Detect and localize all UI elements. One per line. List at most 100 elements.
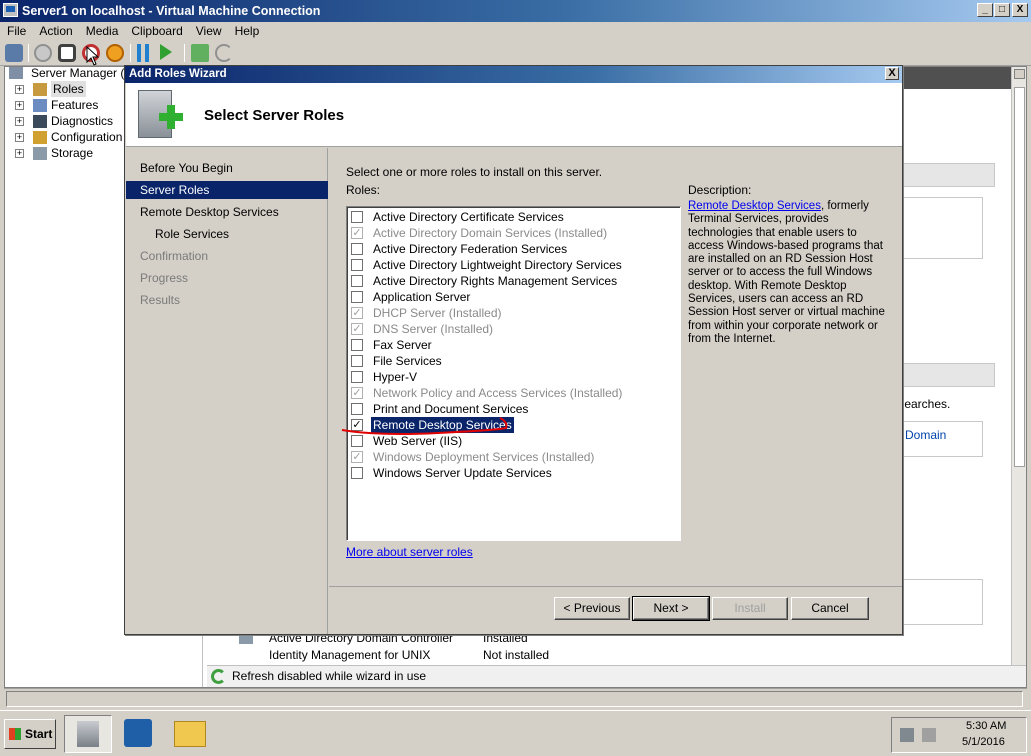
role-checkbox: ✓ bbox=[351, 227, 363, 239]
role-checkbox[interactable] bbox=[351, 291, 363, 303]
refresh-icon bbox=[211, 669, 226, 684]
turn-off-icon[interactable] bbox=[58, 44, 76, 62]
vm-connection-icon bbox=[3, 3, 18, 17]
menu-clipboard[interactable]: Clipboard bbox=[124, 22, 188, 38]
annotation-underline bbox=[341, 417, 508, 435]
wizard-button-bar: < Previous Next > Install Cancel bbox=[329, 586, 902, 634]
bg-panel-3 bbox=[903, 579, 983, 625]
diagnostics-icon bbox=[33, 115, 47, 128]
bg-header-strip bbox=[903, 67, 1013, 89]
wizard-nav: Before You Begin Server Roles Remote Des… bbox=[126, 148, 328, 634]
instruction-text: Select one or more roles to install on t… bbox=[346, 165, 603, 179]
toolbar bbox=[0, 40, 1031, 66]
nav-remote-desktop-services[interactable]: Remote Desktop Services bbox=[126, 203, 328, 221]
description-link[interactable]: Remote Desktop Services bbox=[688, 200, 821, 212]
system-tray: 5:30 AM 5/1/2016 bbox=[891, 717, 1027, 753]
minimize-button[interactable]: _ bbox=[977, 3, 993, 17]
role-label: Network Policy and Access Services (Inst… bbox=[373, 386, 623, 400]
next-button[interactable]: Next > bbox=[632, 596, 710, 621]
more-about-roles-link[interactable]: More about server roles bbox=[346, 545, 473, 559]
clock-time[interactable]: 5:30 AM bbox=[966, 720, 1006, 732]
role-checkbox[interactable] bbox=[351, 243, 363, 255]
nav-progress: Progress bbox=[140, 271, 189, 285]
ctrl-alt-del-icon[interactable] bbox=[5, 44, 23, 62]
menu-help[interactable]: Help bbox=[228, 22, 266, 38]
role-label: DHCP Server (Installed) bbox=[373, 306, 502, 320]
role-label: Active Directory Certificate Services bbox=[373, 210, 564, 224]
nav-before-you-begin[interactable]: Before You Begin bbox=[126, 159, 328, 177]
role-label: File Services bbox=[373, 354, 442, 368]
nav-server-roles[interactable]: Server Roles bbox=[126, 181, 328, 199]
start-button[interactable]: Start bbox=[4, 719, 56, 749]
description-body: Remote Desktop Services, formerly Termin… bbox=[688, 200, 888, 346]
save-icon[interactable] bbox=[106, 44, 124, 62]
volume-icon[interactable] bbox=[922, 728, 936, 742]
role-checkbox[interactable] bbox=[351, 355, 363, 367]
nav-confirmation: Confirmation bbox=[140, 249, 209, 263]
wizard-title: Add Roles Wizard bbox=[129, 68, 227, 80]
bg-panel-header-2 bbox=[903, 363, 995, 387]
role-checkbox[interactable] bbox=[351, 371, 363, 383]
role-label: Windows Deployment Services (Installed) bbox=[373, 450, 595, 464]
resume-icon[interactable] bbox=[160, 44, 172, 60]
role-checkbox[interactable] bbox=[351, 211, 363, 223]
features-icon bbox=[33, 99, 47, 112]
pause-icon[interactable] bbox=[137, 44, 149, 62]
role-label: Active Directory Rights Management Servi… bbox=[373, 274, 618, 288]
vm-status-bar bbox=[4, 688, 1027, 708]
mouse-cursor bbox=[86, 46, 100, 66]
bg-panel-2: Domain bbox=[903, 421, 983, 457]
role-checkbox[interactable] bbox=[351, 259, 363, 271]
menu-bar: File Action Media Clipboard View Help bbox=[0, 22, 1031, 40]
menu-file[interactable]: File bbox=[0, 22, 32, 38]
table-row[interactable]: Identity Management for UNIX Not install… bbox=[235, 648, 761, 664]
server-manager-icon bbox=[9, 67, 23, 79]
role-checkbox: ✓ bbox=[351, 323, 363, 335]
server-manager-icon bbox=[77, 721, 99, 747]
previous-button[interactable]: < Previous bbox=[554, 597, 630, 620]
wizard-close-button[interactable]: X bbox=[885, 67, 899, 80]
window-title-bar: Server1 on localhost - Virtual Machine C… bbox=[0, 0, 1031, 22]
window-title: Server1 on localhost - Virtual Machine C… bbox=[22, 4, 321, 18]
roles-label: Roles: bbox=[346, 183, 381, 197]
role-label: Windows Server Update Services bbox=[373, 466, 552, 480]
start-icon[interactable] bbox=[34, 44, 52, 62]
taskbar-server-manager[interactable] bbox=[64, 715, 112, 753]
powershell-icon[interactable] bbox=[124, 719, 152, 747]
role-label: Active Directory Federation Services bbox=[373, 242, 568, 256]
role-checkbox: ✓ bbox=[351, 307, 363, 319]
role-label: Active Directory Lightweight Directory S… bbox=[373, 258, 622, 272]
wizard-heading: Select Server Roles bbox=[204, 107, 345, 124]
bg-panel-1 bbox=[903, 197, 983, 259]
role-checkbox: ✓ bbox=[351, 451, 363, 463]
clock-date[interactable]: 5/1/2016 bbox=[962, 736, 1005, 748]
description-text: , formerly Terminal Services, provides t… bbox=[688, 200, 885, 345]
revert-icon[interactable] bbox=[215, 44, 233, 62]
menu-action[interactable]: Action bbox=[32, 22, 78, 38]
role-checkbox[interactable] bbox=[351, 275, 363, 287]
menu-media[interactable]: Media bbox=[79, 22, 125, 38]
snapshot-icon[interactable] bbox=[191, 44, 209, 62]
nav-role-services[interactable]: Role Services bbox=[126, 225, 328, 243]
cancel-button[interactable]: Cancel bbox=[791, 597, 869, 620]
role-checkbox[interactable] bbox=[351, 339, 363, 351]
maximize-button[interactable]: □ bbox=[994, 3, 1010, 17]
close-button[interactable]: X bbox=[1012, 3, 1028, 17]
install-button: Install bbox=[712, 597, 788, 620]
storage-icon bbox=[33, 147, 47, 160]
wizard-content: Select one or more roles to install on t… bbox=[329, 148, 902, 586]
role-checkbox[interactable] bbox=[351, 467, 363, 479]
role-label: Application Server bbox=[373, 290, 471, 304]
right-scrollbar[interactable] bbox=[1011, 67, 1026, 665]
bg-panel-header-1 bbox=[903, 163, 995, 187]
bg-domain-link[interactable]: Domain bbox=[905, 428, 946, 442]
role-label: Active Directory Domain Services (Instal… bbox=[373, 226, 608, 240]
roles-list: Active Directory Certificate Services ✓ Ac… bbox=[346, 206, 681, 541]
explorer-icon[interactable] bbox=[174, 721, 206, 747]
nav-results: Results bbox=[140, 293, 181, 307]
menu-view[interactable]: View bbox=[189, 22, 228, 38]
wizard-header: Select Server Roles bbox=[126, 83, 902, 147]
network-icon[interactable] bbox=[900, 728, 914, 742]
windows-logo-icon bbox=[9, 728, 21, 740]
role-label: Fax Server bbox=[373, 338, 432, 352]
